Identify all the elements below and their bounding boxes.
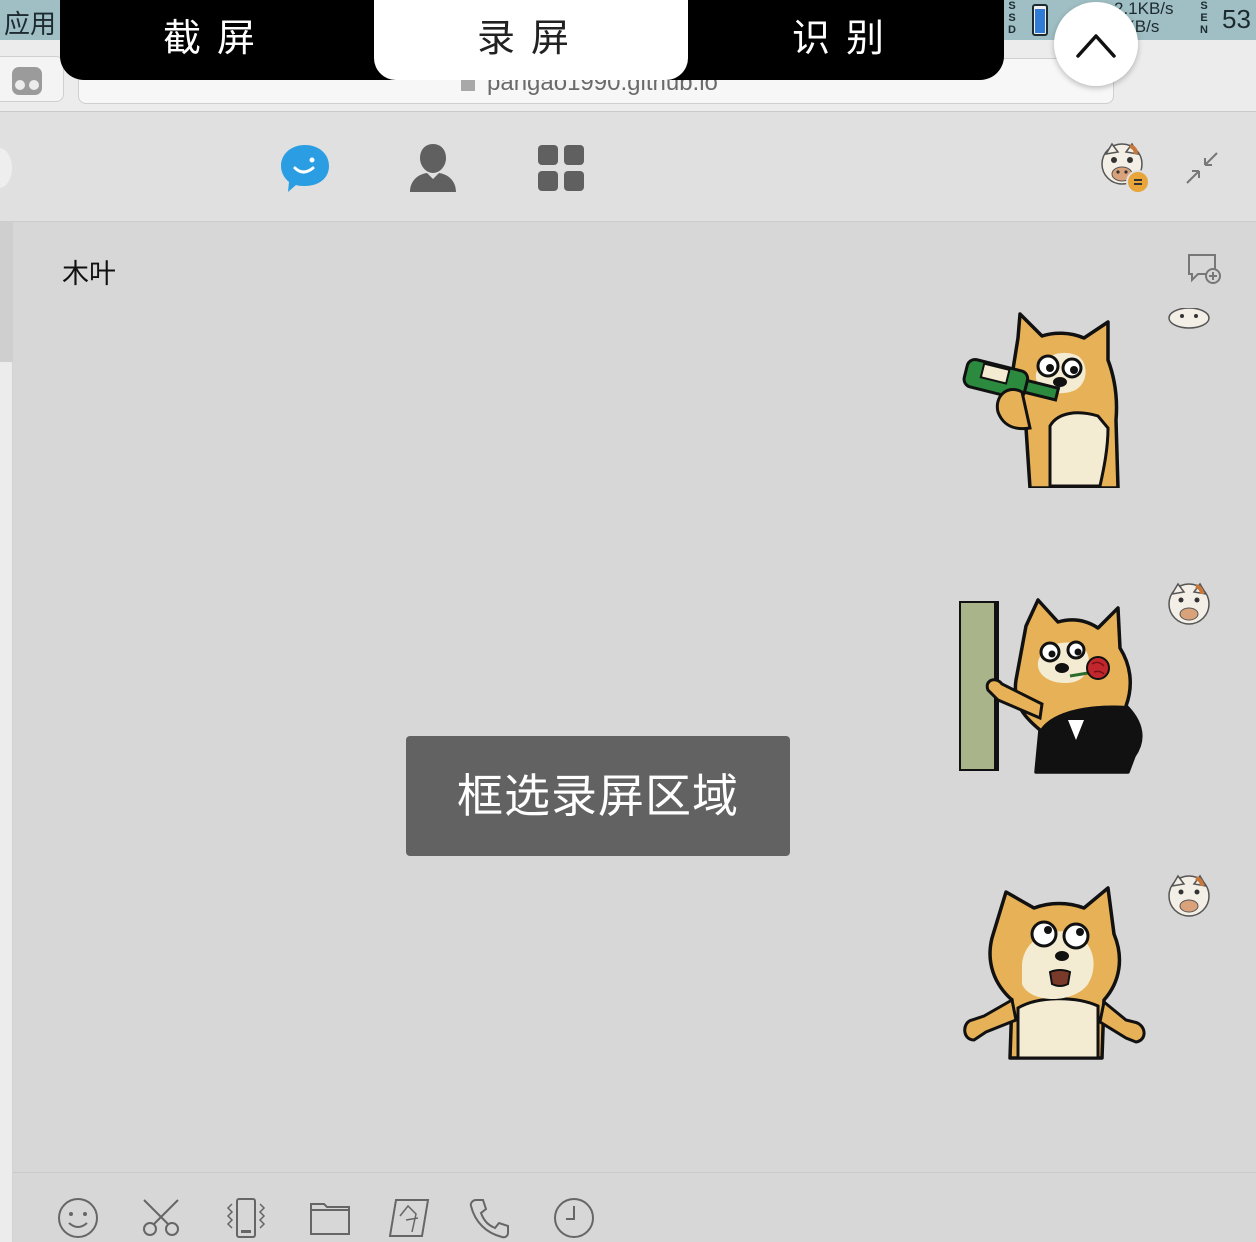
recognize-tab[interactable]: 识别 (688, 0, 1004, 80)
sender-avatar (1168, 308, 1210, 329)
chat-window: 木叶 框选录屏区域 (0, 112, 1256, 1242)
ssd-usage-bar (1032, 4, 1048, 36)
select-record-area-toast: 框选录屏区域 (406, 736, 790, 856)
chevron-up-icon (1076, 34, 1116, 58)
screenshot-button[interactable] (140, 1196, 184, 1240)
capture-toolbar: 截屏 录屏 识别 (60, 0, 1004, 80)
chat-add-icon (1188, 254, 1221, 284)
composer-divider (13, 1172, 1256, 1173)
add-chat-button[interactable] (1186, 252, 1222, 286)
apps-menu-label[interactable]: 应用 (4, 4, 56, 41)
image-button[interactable] (388, 1196, 432, 1240)
extension-icon (12, 67, 42, 95)
emoji-button[interactable] (56, 1196, 100, 1240)
smile-icon (58, 1198, 98, 1238)
extension-tab[interactable] (0, 56, 64, 102)
image-icon (388, 1199, 430, 1237)
phone-icon (469, 1199, 509, 1239)
chat-bubble-icon (281, 145, 329, 192)
nav-contacts[interactable] (407, 142, 459, 194)
screenshot-tab[interactable]: 截屏 (60, 0, 374, 80)
scissors-icon (143, 1199, 179, 1236)
shake-button[interactable] (224, 1196, 268, 1240)
shrink-arrows-icon (1186, 152, 1218, 184)
shiba-drinking-sticker (962, 312, 1120, 488)
sender-avatar (1168, 582, 1210, 625)
clock-icon (554, 1198, 594, 1238)
shiba-rose-sticker (959, 598, 1143, 774)
app-header (0, 112, 1256, 222)
sender-avatar (1168, 874, 1210, 917)
person-icon (410, 144, 456, 192)
shrink-window-button[interactable] (1184, 150, 1220, 186)
folder-icon (310, 1203, 350, 1235)
user-avatar[interactable] (1100, 140, 1150, 194)
file-button[interactable] (308, 1196, 352, 1240)
side-handle[interactable] (0, 148, 12, 188)
ssd-label: SSD (1008, 0, 1016, 36)
voice-call-button[interactable] (468, 1196, 512, 1240)
sensor-label: SEN (1200, 0, 1208, 36)
busy-status-icon (1126, 170, 1150, 194)
sensor-value: 53 (1222, 4, 1251, 34)
message-sticker-1[interactable] (958, 308, 1218, 488)
nav-apps[interactable] (535, 142, 587, 194)
message-sticker-2[interactable] (958, 580, 1218, 780)
chat-contact-name: 木叶 (62, 259, 116, 290)
vibrate-icon (226, 1198, 266, 1238)
left-scroll-rail[interactable] (0, 222, 13, 1242)
screen-record-tab[interactable]: 录屏 (374, 0, 688, 80)
rail-thumb[interactable] (0, 222, 13, 362)
nav-messages[interactable] (279, 142, 331, 194)
history-button[interactable] (552, 1196, 596, 1240)
collapse-toolbar-button[interactable] (1054, 2, 1138, 86)
message-sticker-3[interactable] (958, 872, 1218, 1062)
shiba-shrug-sticker (963, 886, 1146, 1060)
grid-icon (538, 145, 584, 191)
